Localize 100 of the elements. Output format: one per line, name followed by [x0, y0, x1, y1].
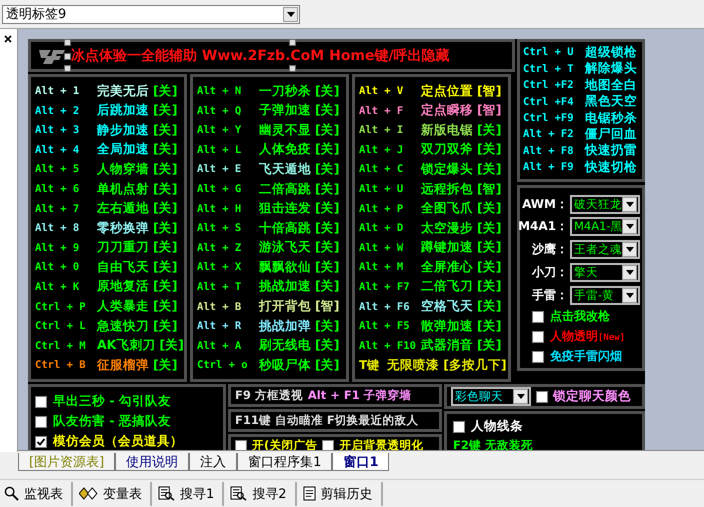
- feature-label: 锁定爆头: [421, 160, 473, 178]
- status-text: [关]: [477, 258, 502, 276]
- status-text: [关]: [159, 337, 184, 354]
- feature-label: 远程拆包: [421, 180, 473, 198]
- checkbox[interactable]: [532, 350, 544, 363]
- feature-label: 人体免疫: [259, 141, 311, 158]
- dropdown[interactable]: 手雷-黄: [570, 286, 640, 305]
- hotkey-text: Alt + L: [197, 144, 242, 156]
- feature-label: 快速扔雷: [585, 142, 637, 160]
- hotkey-text: Alt + I: [359, 124, 404, 136]
- tab[interactable]: 窗口1: [332, 452, 390, 471]
- option-label: 锁定聊天颜色: [553, 388, 631, 406]
- feature-label: 新版电锯: [421, 122, 473, 139]
- checkbox[interactable]: [536, 390, 548, 403]
- status-text: [关]: [315, 337, 340, 354]
- hotkey-text: Alt + R: [197, 320, 242, 332]
- status-text: [关]: [477, 337, 502, 354]
- checkbox[interactable]: [532, 330, 544, 343]
- hotkey-text: Ctrl +F9: [523, 112, 575, 124]
- feature-label: 地图全白: [585, 76, 637, 94]
- feature-label: 解除爆头: [585, 60, 637, 78]
- document-search-icon: [230, 486, 248, 502]
- status-text: [关]: [153, 160, 178, 178]
- hotkey-text: Alt + S: [197, 222, 242, 234]
- feature-label: 飞天遁地: [259, 160, 311, 178]
- tab[interactable]: 使用说明: [115, 452, 190, 471]
- dropdown[interactable]: M4A1-黑: [570, 217, 640, 236]
- dropdown[interactable]: 彩色聊天: [451, 387, 531, 406]
- weapon-label: 小刀：: [532, 264, 568, 282]
- info-text: Alt + F1 子弹穿墙: [308, 388, 412, 404]
- feature-label: 单机点射: [97, 180, 149, 198]
- hotkey-text: Alt + 1: [35, 85, 80, 98]
- feature-label: 左右遁地: [97, 200, 149, 218]
- feature-label: 黑色天空: [585, 93, 637, 110]
- checkbox[interactable]: [235, 440, 247, 452]
- status-text: [关]: [315, 239, 340, 256]
- tab[interactable]: 注入: [189, 452, 238, 471]
- status-text: [关]: [315, 318, 340, 335]
- combo-box[interactable]: 透明标签9: [2, 4, 300, 24]
- feature-label: 全局加速: [97, 141, 149, 158]
- feature-label: 太空漫步: [421, 220, 473, 237]
- feature-label: 二倍飞刀: [421, 278, 473, 296]
- checkbox[interactable]: [453, 420, 465, 433]
- hotkey-text: Ctrl + M: [35, 340, 87, 352]
- document-icon: [302, 486, 316, 502]
- feature-label: AK飞刺刀: [97, 337, 156, 354]
- feature-label: 蹲键加速: [421, 239, 473, 256]
- selection-handle[interactable]: [289, 65, 296, 72]
- feature-label: 电锯秒杀: [585, 110, 637, 126]
- dropdown[interactable]: 擎天: [570, 263, 640, 282]
- feature-label: 定点位置: [421, 82, 473, 100]
- document-search-icon: [158, 486, 175, 502]
- status-text: [关]: [315, 220, 340, 237]
- hotkey-text: Ctrl + o: [197, 359, 249, 372]
- hotkey-text: Alt + A: [197, 340, 242, 352]
- checkbox[interactable]: [35, 416, 47, 428]
- dropdown[interactable]: 破天狂龙: [570, 194, 640, 214]
- option-label: 人物透明[New]: [550, 328, 626, 346]
- hotkey-text: Ctrl + L: [35, 320, 87, 332]
- tab[interactable]: [图片资源表]: [18, 452, 116, 471]
- tab[interactable]: 窗口程序集1: [237, 452, 332, 471]
- checkbox[interactable]: [35, 396, 47, 408]
- status-text: [关]: [153, 122, 178, 139]
- hotkey-text: Alt + F7: [359, 280, 411, 293]
- hotkey-text: Alt + P: [359, 202, 404, 215]
- hotkey-text: Alt + K: [35, 280, 80, 293]
- hotkey-text: Alt + W: [359, 242, 404, 254]
- option-label: 开(关闭广告: [252, 438, 318, 454]
- status-text: [智]: [315, 298, 340, 316]
- checkbox[interactable]: [532, 310, 544, 323]
- status-text: [关]: [315, 141, 340, 158]
- hotkey-text: F2键 无敌装死: [453, 438, 534, 454]
- checkbox[interactable]: [322, 440, 334, 452]
- weapon-label: 沙鹰：: [532, 241, 568, 258]
- feature-label: 狙击连发: [259, 200, 311, 218]
- status-text: [关]: [315, 102, 340, 120]
- hotkey-text: Alt + 2: [35, 104, 80, 117]
- checkbox[interactable]: [35, 436, 47, 448]
- option-label: 免疫手雷闪烟: [550, 348, 622, 366]
- close-icon[interactable]: [4, 35, 12, 44]
- feature-label: 征服榴弹: [97, 356, 149, 374]
- option-label: 模仿会员（会员道具）: [53, 433, 183, 450]
- feature-label: 子弹加速: [259, 102, 311, 120]
- caret-icon: [516, 394, 524, 400]
- option-label: 早出三秒 - 勾引队友: [53, 393, 171, 410]
- feature-label: 僵尸回血: [585, 126, 637, 143]
- hotkey-text: Ctrl +F2: [523, 79, 575, 92]
- feature-label: 游泳飞天: [259, 239, 311, 256]
- selection-handle[interactable]: [289, 39, 296, 46]
- search-icon: [4, 486, 19, 502]
- hotkey-text: Alt + N: [197, 85, 242, 98]
- status-text: [关]: [477, 122, 502, 139]
- caret-icon: [626, 224, 634, 230]
- hotkey-text: Alt + F: [359, 104, 404, 117]
- dropdown[interactable]: 王者之魂: [570, 240, 640, 260]
- feature-label: 自由飞天: [97, 258, 149, 276]
- status-text: [关]: [477, 278, 502, 296]
- status-text: [关]: [153, 220, 178, 237]
- feature-label: 完美无后: [97, 82, 149, 100]
- status-text: [关]: [477, 318, 502, 335]
